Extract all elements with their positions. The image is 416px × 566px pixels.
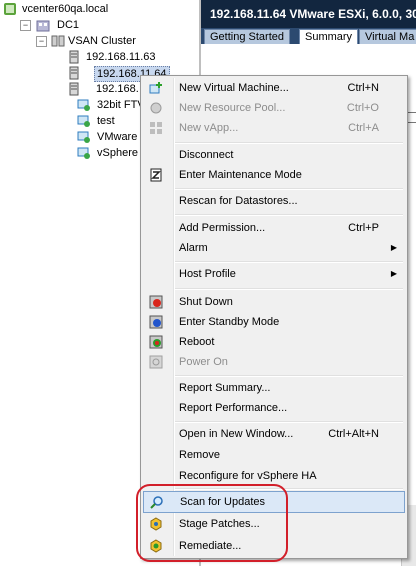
menu-label: Alarm <box>179 242 208 254</box>
menu-label: Add Permission... <box>179 222 266 234</box>
menu-shortcut: Ctrl+Alt+N <box>328 428 379 440</box>
maintenance-icon <box>150 168 162 182</box>
resource-pool-icon <box>150 102 162 114</box>
tree-label-cluster: VSAN Cluster <box>68 35 136 47</box>
panel-edge <box>407 112 416 123</box>
tree-label-vm: vSphere I <box>97 147 145 159</box>
menu-label: Host Profile <box>179 268 236 280</box>
tree-label-datacenter: DC1 <box>57 19 80 31</box>
menu-label: Enter Maintenance Mode <box>179 169 302 181</box>
tab-summary[interactable]: Summary <box>299 29 359 44</box>
vapp-icon <box>150 122 162 134</box>
menu-item-rescan-datastores[interactable]: Rescan for Datastores... <box>143 191 405 211</box>
menu-shortcut: Ctrl+N <box>347 82 379 94</box>
menu-label: Disconnect <box>179 149 234 161</box>
vm-icon <box>77 147 90 159</box>
tab-bar: Getting Started Summary Virtual Ma <box>201 28 416 44</box>
host-icon <box>69 66 79 80</box>
menu-item-reconfigure-ha[interactable]: Reconfigure for vSphere HA <box>143 466 405 486</box>
menu-shortcut: Ctrl+P <box>348 222 379 234</box>
menu-label: New Virtual Machine... <box>179 82 289 94</box>
menu-item-report-summary[interactable]: Report Summary... <box>143 378 405 398</box>
tree-label-vm: test <box>97 115 115 127</box>
menu-item-new-resource-pool[interactable]: New Resource Pool... Ctrl+O <box>143 98 405 118</box>
menu-label: Shut Down <box>179 296 233 308</box>
menu-shortcut: Ctrl+O <box>346 102 379 114</box>
submenu-arrow-icon: ▶ <box>390 243 397 252</box>
menu-shortcut: Ctrl+A <box>348 122 379 134</box>
vm-icon <box>77 99 90 111</box>
vm-icon <box>77 131 90 143</box>
power-on-icon <box>149 355 163 369</box>
tree-label-host: 192.168.11.63 <box>86 51 156 63</box>
menu-label: Reconfigure for vSphere HA <box>179 470 317 482</box>
menu-label: Open in New Window... <box>179 428 294 440</box>
callout-highlight-ring <box>136 484 288 562</box>
menu-label: New vApp... <box>179 122 239 134</box>
menu-item-power-on[interactable]: Power On <box>143 352 405 372</box>
menu-separator <box>175 375 403 377</box>
menu-item-reboot[interactable]: Reboot <box>143 332 405 352</box>
vm-icon <box>77 115 90 127</box>
menu-item-new-vm[interactable]: New Virtual Machine... Ctrl+N <box>143 78 405 98</box>
standby-icon <box>149 315 163 329</box>
menu-item-maintenance-mode[interactable]: Enter Maintenance Mode <box>143 165 405 185</box>
menu-separator <box>175 288 403 290</box>
host-icon <box>69 50 79 64</box>
vcenter-icon <box>4 3 16 15</box>
page-title: 192.168.11.64 VMware ESXi, 6.0.0, 30 <box>201 0 416 30</box>
tab-getting-started[interactable]: Getting Started <box>204 29 290 44</box>
submenu-arrow-icon: ▶ <box>390 269 397 278</box>
menu-item-remove[interactable]: Remove <box>143 445 405 465</box>
collapse-icon[interactable]: − <box>20 20 31 31</box>
tree-label-host: 192.168. <box>96 83 139 95</box>
shutdown-icon <box>149 295 163 309</box>
cluster-icon <box>51 35 65 47</box>
menu-item-host-profile[interactable]: Host Profile ▶ <box>143 264 405 284</box>
menu-label: Rescan for Datastores... <box>179 195 298 207</box>
menu-item-open-new-window[interactable]: Open in New Window... Ctrl+Alt+N <box>143 424 405 444</box>
menu-label: Report Performance... <box>179 402 288 414</box>
collapse-icon[interactable]: − <box>36 36 47 47</box>
tab-virtual-machines[interactable]: Virtual Ma <box>359 29 416 44</box>
menu-separator <box>175 421 403 423</box>
menu-label: Reboot <box>179 336 215 348</box>
menu-label: Report Summary... <box>179 382 271 394</box>
menu-item-new-vapp[interactable]: New vApp... Ctrl+A <box>143 118 405 138</box>
menu-label: Remove <box>179 449 220 461</box>
menu-label: New Resource Pool... <box>179 102 286 114</box>
datacenter-icon <box>36 20 50 32</box>
menu-item-add-permission[interactable]: Add Permission... Ctrl+P <box>143 218 405 238</box>
menu-separator <box>175 188 403 190</box>
menu-label: Power On <box>179 356 228 368</box>
menu-separator <box>175 142 403 144</box>
menu-separator <box>175 261 403 263</box>
menu-item-shut-down[interactable]: Shut Down <box>143 292 405 312</box>
menu-label: Enter Standby Mode <box>179 316 280 328</box>
menu-separator <box>175 214 403 216</box>
new-vm-icon <box>149 82 162 94</box>
tree-label-vm: 32bit FTV <box>97 99 145 111</box>
menu-item-report-performance[interactable]: Report Performance... <box>143 398 405 418</box>
reboot-icon <box>149 335 163 349</box>
menu-item-standby-mode[interactable]: Enter Standby Mode <box>143 312 405 332</box>
menu-item-alarm[interactable]: Alarm ▶ <box>143 238 405 258</box>
menu-item-disconnect[interactable]: Disconnect <box>143 145 405 165</box>
tree-label-vcenter: vcenter60qa.local <box>22 3 109 15</box>
host-icon <box>69 82 79 96</box>
